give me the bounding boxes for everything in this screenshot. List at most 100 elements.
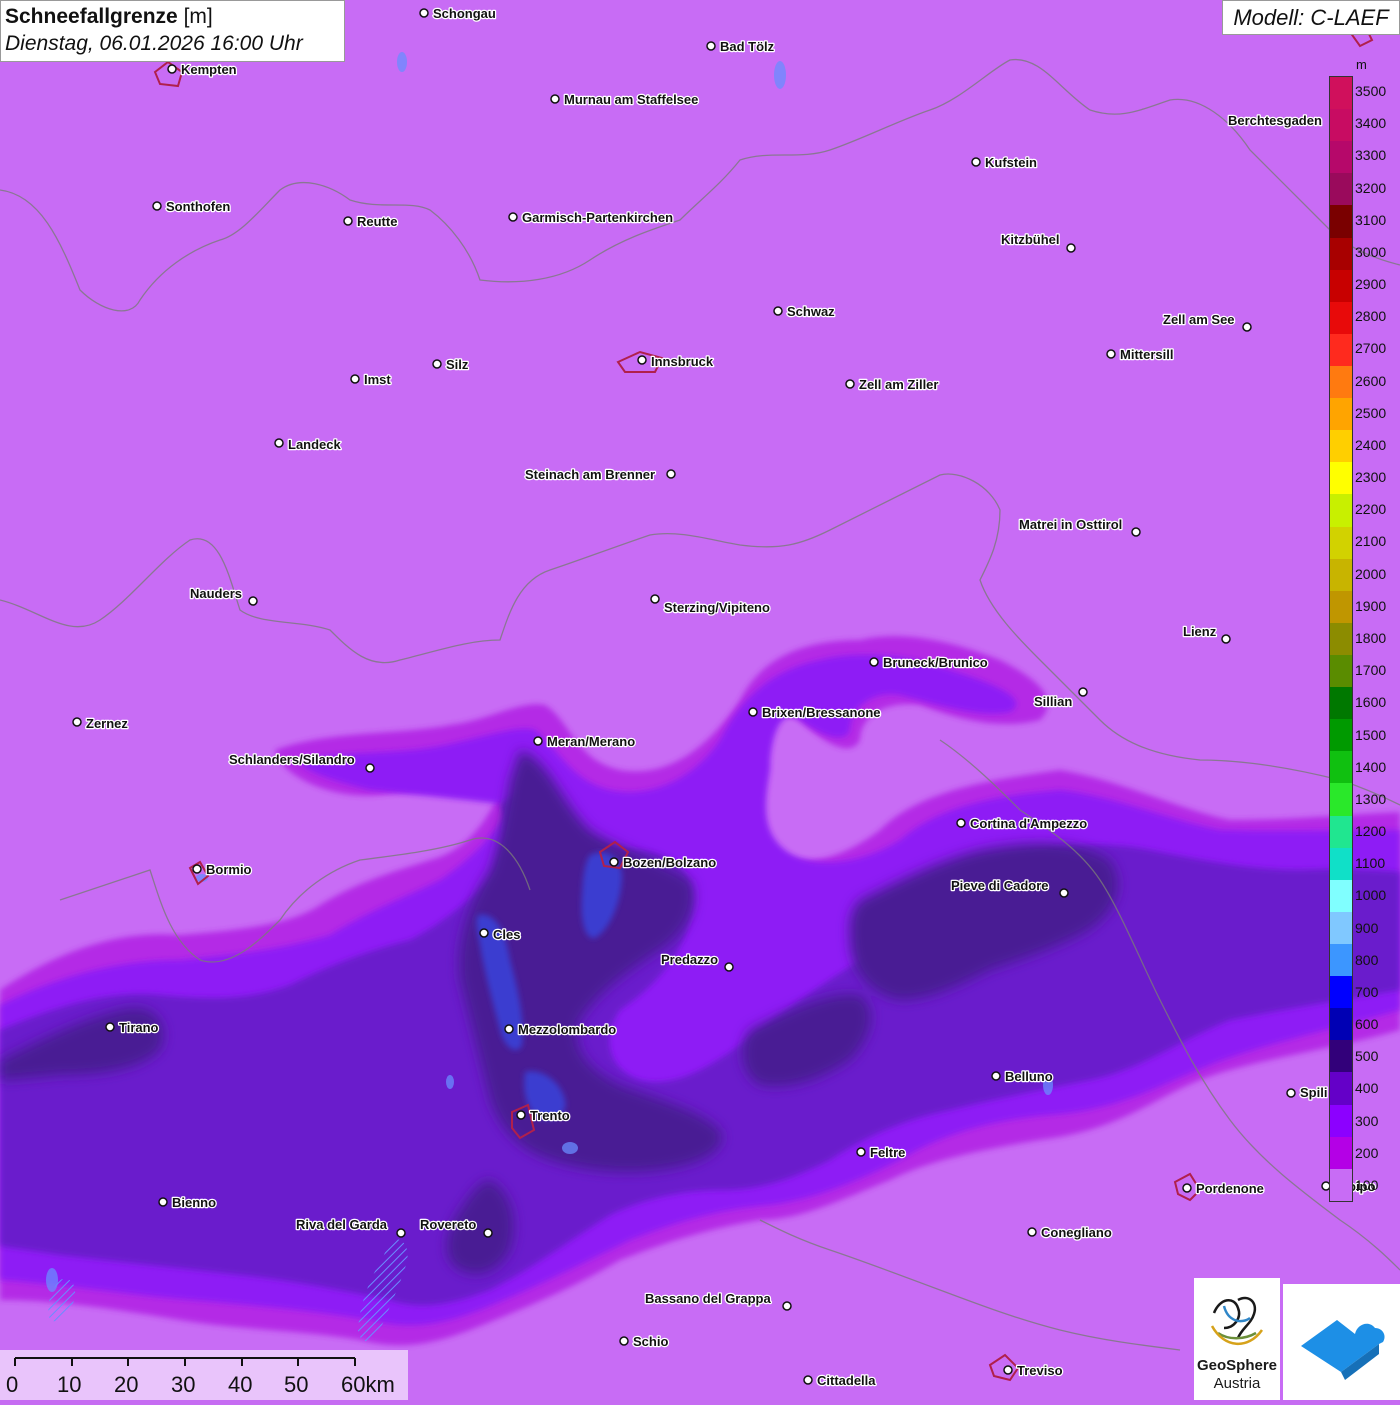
svg-text:Riva del Garda: Riva del Garda	[296, 1217, 388, 1232]
model-label: Modell: C-LAEF	[1222, 0, 1400, 35]
scale-label-0: 0	[6, 1372, 18, 1397]
svg-text:Sonthofen: Sonthofen	[166, 199, 230, 214]
svg-text:Reutte: Reutte	[357, 214, 397, 229]
svg-text:Meran/Merano: Meran/Merano	[547, 734, 635, 749]
legend-label-900: 900	[1355, 919, 1379, 936]
svg-text:Berchtesgaden: Berchtesgaden	[1228, 113, 1322, 128]
city-murnau: Murnau am Staffelsee	[550, 91, 700, 108]
svg-text:Predazzo: Predazzo	[661, 952, 718, 967]
svg-text:Belluno: Belluno	[1005, 1069, 1053, 1084]
legend-label-2500: 2500	[1355, 404, 1387, 421]
svg-text:Cles: Cles	[493, 927, 520, 942]
svg-text:Schlanders/Silandro: Schlanders/Silandro	[229, 752, 355, 767]
svg-text:Bienno: Bienno	[172, 1195, 216, 1210]
svg-text:Nauders: Nauders	[190, 586, 242, 601]
legend-label-2600: 2600	[1355, 372, 1387, 389]
legend-swatch-100	[1330, 1168, 1352, 1201]
legend-label-1700: 1700	[1355, 662, 1387, 679]
svg-text:Rovereto: Rovereto	[420, 1217, 476, 1232]
geosphere-logo-subtext: Austria	[1214, 1375, 1261, 1392]
legend-swatch-1000	[1330, 879, 1352, 912]
legend-swatch-2100	[1330, 526, 1352, 559]
svg-text:Kufstein: Kufstein	[985, 155, 1037, 170]
geosphere-logo-text: GeoSphere	[1197, 1357, 1277, 1374]
legend-swatch-2200	[1330, 494, 1352, 527]
legend-label-2100: 2100	[1355, 533, 1387, 550]
svg-text:Bassano del Grappa: Bassano del Grappa	[645, 1291, 771, 1306]
map-title-unit: [m]	[183, 5, 213, 28]
legend-label-800: 800	[1355, 951, 1379, 968]
svg-text:Schio: Schio	[633, 1334, 668, 1349]
legend-label-2000: 2000	[1355, 565, 1387, 582]
legend-label-2900: 2900	[1355, 276, 1387, 293]
scale-bar-graphic: 0 10 20 30 40 50 60km	[6, 1357, 395, 1397]
svg-text:Conegliano: Conegliano	[1041, 1225, 1112, 1240]
legend-swatch-3200	[1330, 173, 1352, 206]
svg-text:Zernez: Zernez	[86, 716, 128, 731]
svg-text:Imst: Imst	[364, 372, 391, 387]
legend-label-3200: 3200	[1355, 179, 1387, 196]
legend-label-3400: 3400	[1355, 115, 1387, 132]
legend-swatch-3300	[1330, 141, 1352, 174]
legend-label-1100: 1100	[1355, 855, 1386, 872]
city-garmisch: Garmisch-Partenkirchen	[508, 209, 674, 226]
legend-swatch-2000	[1330, 558, 1352, 591]
legend-color-bar	[1329, 76, 1353, 1202]
svg-text:Bad Tölz: Bad Tölz	[720, 39, 775, 54]
svg-text:Sterzing/Vipiteno: Sterzing/Vipiteno	[664, 600, 770, 615]
svg-text:Innsbruck: Innsbruck	[651, 354, 714, 369]
legend-label-1300: 1300	[1355, 790, 1387, 807]
svg-text:Mezzolombardo: Mezzolombardo	[518, 1022, 616, 1037]
svg-text:Silz: Silz	[446, 357, 469, 372]
geosphere-logo: GeoSphere Austria	[1194, 1278, 1280, 1400]
svg-text:Cittadella: Cittadella	[817, 1373, 876, 1388]
legend-label-2300: 2300	[1355, 469, 1387, 486]
legend-swatch-1500	[1330, 719, 1352, 752]
legend-label-3100: 3100	[1355, 211, 1387, 228]
legend-swatch-500	[1330, 1040, 1352, 1073]
svg-text:Matrei in Osttirol: Matrei in Osttirol	[1019, 517, 1122, 532]
svg-text:Kempten: Kempten	[181, 62, 237, 77]
svg-text:Zell am See: Zell am See	[1163, 312, 1235, 327]
legend-swatch-3100	[1330, 205, 1352, 238]
weather-app-logo	[1283, 1284, 1400, 1400]
legend-swatch-1100	[1330, 847, 1352, 880]
svg-text:Trento: Trento	[530, 1108, 570, 1123]
city-brixen: Brixen/Bressanone	[748, 704, 882, 721]
legend-swatch-3000	[1330, 237, 1352, 270]
legend-label-3300: 3300	[1355, 147, 1387, 164]
scale-label-60km: 60km	[341, 1372, 395, 1397]
legend-swatch-900	[1330, 911, 1352, 944]
city-zell-am-ziller: Zell am Ziller	[845, 376, 940, 393]
city-mezzolombardo: Mezzolombardo	[504, 1021, 618, 1038]
scale-label-20: 20	[114, 1372, 138, 1397]
city-berchtesgaden: Berchtesgaden	[1227, 112, 1323, 130]
legend-swatch-300	[1330, 1104, 1352, 1137]
legend-swatch-200	[1330, 1136, 1352, 1169]
city-steinach: Steinach am Brenner	[524, 466, 676, 483]
legend-swatch-1600	[1330, 687, 1352, 720]
svg-text:Bormio: Bormio	[206, 862, 252, 877]
city-bruneck: Bruneck/Brunico	[869, 654, 989, 671]
svg-text:Pordenone: Pordenone	[1196, 1181, 1264, 1196]
legend-label-200: 200	[1355, 1144, 1379, 1161]
svg-text:Kitzbühel: Kitzbühel	[1001, 232, 1060, 247]
svg-text:Bozen/Bolzano: Bozen/Bolzano	[623, 855, 716, 870]
scale-bar: 0 10 20 30 40 50 60km	[0, 1350, 408, 1400]
legend-label-1500: 1500	[1355, 726, 1387, 743]
legend-label-1200: 1200	[1355, 823, 1387, 840]
legend-swatch-2500	[1330, 398, 1352, 431]
map-canvas: Schongau Bad Tölz Kempten Murnau am Staf…	[0, 0, 1400, 1400]
svg-text:Spili: Spili	[1300, 1085, 1327, 1100]
svg-text:Feltre: Feltre	[870, 1145, 905, 1160]
legend-swatch-3400	[1330, 109, 1352, 142]
svg-text:Tirano: Tirano	[119, 1020, 159, 1035]
legend-label-600: 600	[1355, 1016, 1379, 1033]
legend-label-700: 700	[1355, 983, 1379, 1000]
map-datetime: Dienstag, 06.01.2026 16:00 Uhr	[5, 32, 303, 55]
color-legend: m 3500 3400 3300 3200 3100 3000 2900 2800 2700 26…	[1328, 56, 1400, 1206]
legend-swatch-1200	[1330, 815, 1352, 848]
svg-text:Bruneck/Brunico: Bruneck/Brunico	[883, 655, 988, 670]
legend-swatch-2700	[1330, 333, 1352, 366]
scale-label-50: 50	[284, 1372, 308, 1397]
